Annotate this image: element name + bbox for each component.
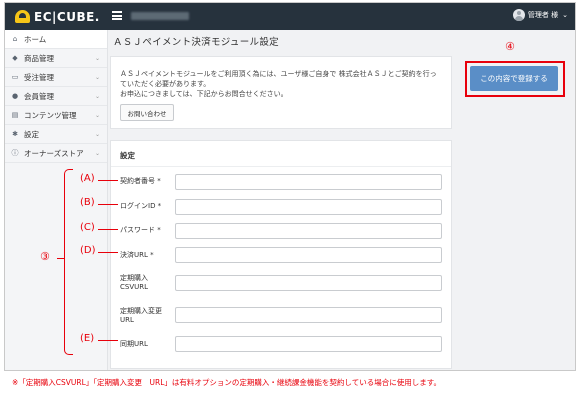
sidebar-item-label: 会員管理 <box>24 91 54 101</box>
sidebar-item-home[interactable]: ⌂ ホーム <box>5 30 107 49</box>
payment-url-label: 決済URL * <box>120 251 154 259</box>
contract-number-label: 契約者番号 * <box>120 177 161 185</box>
subscription-change-url-label: 定期購入変更 URL <box>120 307 162 324</box>
annotation-bracket <box>64 169 73 355</box>
annotation-4: ④ <box>505 40 515 53</box>
annotation-a: (A) <box>80 173 95 184</box>
user-name: 管理者 様 <box>527 11 559 19</box>
chevron-down-icon: ⌄ <box>94 54 100 62</box>
avatar <box>512 9 525 21</box>
annotation-c: (C) <box>80 222 95 233</box>
notice-text: ＡＳＪペイメントモジュールをご利用頂く為には、ユーザ様ご自身で 株式会社ＡＳＪと… <box>120 70 437 98</box>
payment-url-input[interactable] <box>175 247 442 263</box>
chevron-down-icon: ⌄ <box>94 92 100 100</box>
subscription-csvurl-label: 定期購入 CSVURL <box>120 274 149 291</box>
sidebar-item-label: ホーム <box>24 34 47 44</box>
tag-icon: ◆ <box>12 54 18 62</box>
gear-icon: ✱ <box>12 130 18 138</box>
shop-name-blurred <box>131 12 189 20</box>
sidebar-item-label: オーナーズストア <box>24 148 84 158</box>
sidebar-item-owners-store[interactable]: ⓘ オーナーズストア ⌄ <box>5 144 107 163</box>
password-label: パスワード * <box>120 226 161 234</box>
sidebar-item-contents[interactable]: ▤ コンテンツ管理 ⌄ <box>5 106 107 125</box>
login-id-label: ログインID * <box>120 202 162 210</box>
chevron-down-icon: ⌄ <box>94 73 100 81</box>
sidebar-item-orders[interactable]: ▭ 受注管理 ⌄ <box>5 68 107 87</box>
file-icon: ▤ <box>11 111 19 119</box>
info-icon: ⓘ <box>11 149 19 157</box>
annotation-line-c <box>98 229 118 230</box>
sidebar-item-products[interactable]: ◆ 商品管理 ⌄ <box>5 49 107 68</box>
user-icon: ● <box>11 92 19 100</box>
sidebar-item-settings[interactable]: ✱ 設定 ⌄ <box>5 125 107 144</box>
sidebar-item-label: 設定 <box>24 129 39 139</box>
chevron-down-icon: ⌄ <box>94 111 100 119</box>
settings-title: 設定 <box>120 151 135 160</box>
annotation-d: (D) <box>80 245 96 256</box>
login-id-input[interactable] <box>175 199 442 215</box>
top-bar: EC|CUBE. 管理者 様 ⌄ <box>5 3 575 30</box>
annotation-b: (B) <box>80 197 95 208</box>
sidebar-item-label: 商品管理 <box>24 53 54 63</box>
cart-icon: ▭ <box>11 73 19 81</box>
sidebar-item-label: 受注管理 <box>24 72 54 82</box>
user-menu[interactable]: 管理者 様 ⌄ <box>512 9 568 21</box>
sidebar-item-label: コンテンツ管理 <box>24 110 77 120</box>
annotation-e: (E) <box>80 333 95 344</box>
sidebar-item-customers[interactable]: ● 会員管理 ⌄ <box>5 87 107 106</box>
sync-url-label: 同期URL <box>120 340 148 348</box>
footnote: ※「定期購入CSVURL」「定期購入変更 URL」は有料オプションの定期購入・継… <box>12 378 441 387</box>
page-title: ＡＳＪペイメント決済モジュール設定 <box>113 37 279 48</box>
logo-icon <box>15 10 30 23</box>
chevron-down-icon: ⌄ <box>562 11 568 19</box>
contract-number-input[interactable] <box>175 174 442 190</box>
chevron-down-icon: ⌄ <box>94 149 100 157</box>
menu-toggle-icon[interactable] <box>112 11 122 20</box>
logo[interactable]: EC|CUBE. <box>15 9 100 24</box>
annotation-line-a <box>98 180 118 181</box>
notice-card: ＡＳＪペイメントモジュールをご利用頂く為には、ユーザ様ご自身で 株式会社ＡＳＪと… <box>110 56 452 129</box>
sync-url-input[interactable] <box>175 336 442 352</box>
logo-text: EC|CUBE. <box>34 9 100 24</box>
annotation-line-d <box>98 252 118 253</box>
password-input[interactable] <box>175 223 442 239</box>
annotation-line-e <box>98 340 118 341</box>
annotation-3: ③ <box>40 250 50 263</box>
register-button-highlight <box>465 61 565 97</box>
home-icon: ⌂ <box>12 35 18 43</box>
subscription-csvurl-input[interactable] <box>175 275 442 291</box>
chevron-down-icon: ⌄ <box>94 130 100 138</box>
subscription-change-url-input[interactable] <box>175 307 442 323</box>
inquiry-button[interactable]: お問い合わせ <box>120 104 174 121</box>
annotation-line-b <box>98 204 118 205</box>
settings-header: 設定 <box>111 141 451 167</box>
settings-card: 設定 契約者番号 * ログインID * パスワード * 決済URL * 定期購入… <box>110 140 452 369</box>
annotation-bracket-tick <box>57 258 64 259</box>
